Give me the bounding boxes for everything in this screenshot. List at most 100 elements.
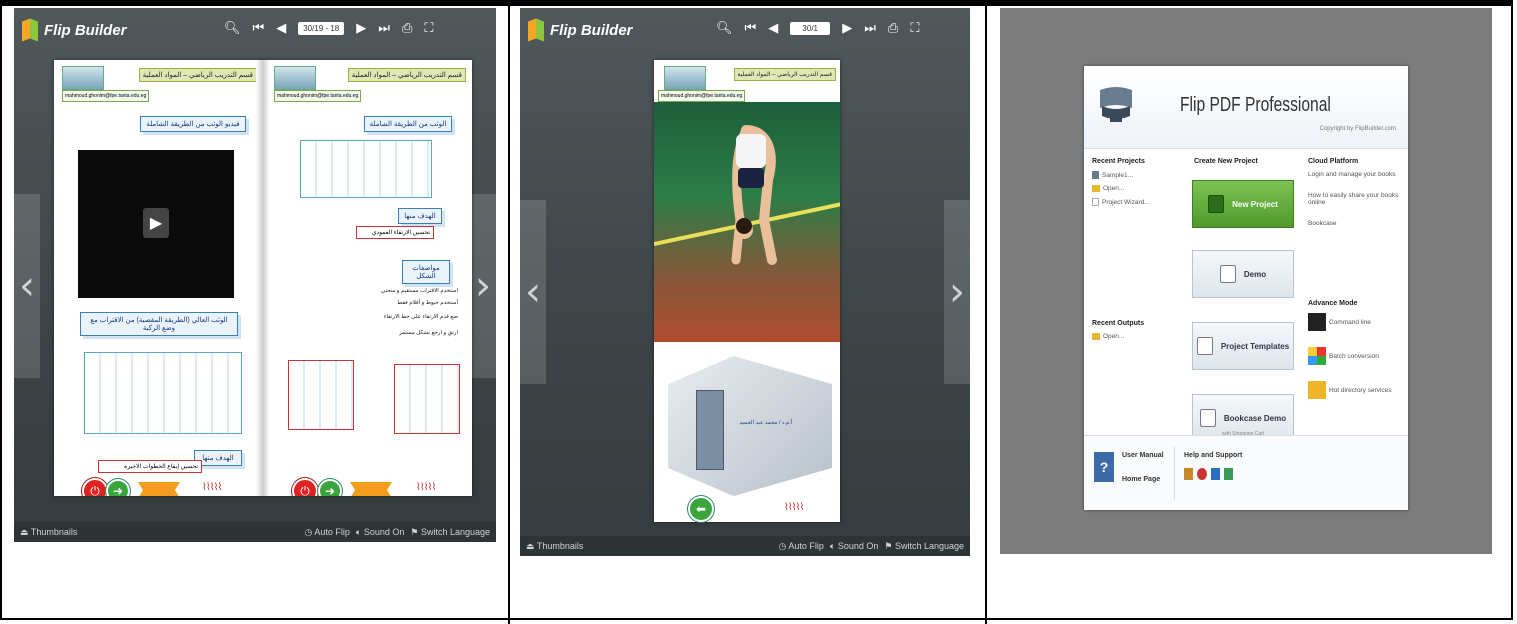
info-icon[interactable] [1211,468,1220,480]
power-icon[interactable]: ⏻ [82,478,108,496]
auto-flip-button[interactable]: ◷ Auto Flip [779,541,824,552]
column-divider [508,0,510,624]
cloud-link[interactable]: Bookcase [1308,220,1404,227]
project-templates-button[interactable]: Project Templates [1192,322,1294,370]
exercise-image [394,364,460,434]
goal-text: تحسين الارتقاء العمودي [356,226,434,239]
new-project-icon [1208,195,1225,213]
language-button[interactable]: ⚑ Switch Language [884,541,964,552]
lifebuoy-icon[interactable] [1197,468,1207,480]
email-label: mahmoud.ghonim@fpe.tanta.edu.eg [658,90,746,102]
thumbnails-button[interactable]: ⏏ Thumbnails [526,541,583,552]
cloud-heading: Cloud Platform [1308,158,1359,165]
thumbnails-label: Thumbnails [536,540,584,551]
cube-caption: أ.م.د / محمد عبد الحميد [739,420,793,426]
project-wizard-item[interactable]: Project Wizard... [1092,198,1182,206]
athlete-photo [654,102,840,342]
prev-page-icon[interactable]: ◀ [276,20,286,36]
column-divider [985,0,987,624]
next-arrow[interactable]: › [944,200,970,384]
sound-button[interactable]: 🔈︎ Sound On [830,541,878,552]
bullet-item: ضع قدم الارتقاء على خط الارتقاء [383,314,458,320]
terminal-icon [1308,313,1326,331]
item-label: Open... [1103,185,1125,192]
hot-folder-icon [1308,381,1326,399]
sound-label: Sound On [837,540,879,551]
item-label: Project Wizard... [1102,198,1150,206]
page-indicator[interactable]: 30/1 [790,21,831,35]
auto-flip-button[interactable]: ◷ Auto Flip [305,527,350,538]
zoom-icon[interactable]: 🔍︎ [224,20,241,36]
open-output-item[interactable]: Open... [1092,333,1182,340]
create-new-heading: Create New Project [1194,158,1258,165]
cloud-link[interactable]: Login and manage your books [1308,171,1404,178]
power-icon[interactable]: ⏻ [292,478,318,496]
brand-name: Flip Builder [550,21,633,39]
dialog-footer: ? User Manual Home Page Help and Support [1084,435,1408,510]
command-line-item[interactable]: Command line [1308,313,1404,331]
features-heading: مواصفات الشكل [402,260,450,284]
ribbon-icon [350,482,392,496]
video-player[interactable]: ▶ [78,150,234,298]
recent-outputs: Recent Outputs Open... [1092,320,1182,346]
technique-sketch [84,352,242,434]
thumbnails-button[interactable]: ⏏ Thumbnails [20,527,77,538]
button-label: Project Templates [1220,341,1290,351]
fullscreen-icon[interactable]: ⛶ [910,20,919,36]
play-icon[interactable]: ▶ [143,208,169,238]
batch-conversion-item[interactable]: Batch conversion [1308,347,1404,365]
hot-directory-item[interactable]: Hot directory services [1308,381,1404,399]
new-project-button[interactable]: New Project [1192,180,1294,228]
print-icon[interactable]: ⎙ [888,20,898,36]
first-page-icon[interactable]: ⏮ [253,20,265,36]
next-page-icon[interactable]: ▶ [356,20,366,36]
help-book-icon: ? [1094,452,1114,482]
bullet-item: استخدم الاقتراب مستقيم و منحني [380,288,458,294]
next-icon[interactable]: ➜ [106,479,130,496]
zoom-icon[interactable]: 🔍︎ [716,20,733,36]
sound-label: Sound On [363,526,405,537]
recent-project-item[interactable]: Sample1... [1092,171,1182,179]
next-arrow[interactable]: › [470,194,496,378]
page-header: قسم التدريب الرياضي – المواد العملية [347,68,466,82]
open-project-item[interactable]: Open... [1092,185,1182,192]
brand-name: Flip Builder [44,21,127,39]
first-page-icon[interactable]: ⏮ [745,20,757,36]
sound-button[interactable]: 🔈︎ Sound On [356,527,404,538]
next-icon[interactable]: ➜ [318,479,342,496]
footer-divider [1174,446,1175,500]
recent-projects: Recent Projects Sample1... Open... Proje… [1092,158,1182,212]
contact-icon[interactable] [1224,468,1233,480]
print-icon[interactable]: ⎙ [402,20,412,36]
item-label: Command line [1329,318,1371,326]
language-button[interactable]: ⚑ Switch Language [410,527,490,538]
next-page-icon[interactable]: ▶ [842,20,852,36]
fullscreen-icon[interactable]: ⛶ [424,20,433,36]
flip-viewer-single: Flip Builder 🔍︎ ⏮ ◀ 30/1 ▶ ⏭ ⎙ ⛶ ‹ › قسم… [520,8,970,556]
brand: Flip Builder [528,20,633,40]
author-portrait [696,390,724,470]
section-title: الوثب من الطريقة الشاملة [364,116,452,132]
header-thumbnail [664,66,706,90]
prev-page-icon[interactable]: ◀ [768,20,778,36]
demo-button[interactable]: Demo [1192,250,1294,298]
copyright: Copyright by FlipBuilder.com [1319,126,1396,132]
last-page-icon[interactable]: ⏭ [378,20,390,36]
last-page-icon[interactable]: ⏭ [864,20,876,36]
folder-icon [1092,333,1100,340]
prev-arrow[interactable]: ‹ [520,200,546,384]
item-label: Hot directory services [1329,386,1392,394]
page-header: قسم التدريب الرياضي – المواد العملية [138,68,257,82]
user-manual-link[interactable]: User Manual [1122,452,1164,459]
prev-arrow[interactable]: ‹ [14,194,40,378]
book-icon[interactable] [1184,468,1193,480]
flip-builder-logo-icon [528,20,544,40]
athlete-figure [731,125,777,265]
cloud-link[interactable]: How to easily share your books online [1308,192,1404,206]
home-page-link[interactable]: Home Page [1122,476,1160,483]
flip-pdf-professional-window: Flip PDF Professional Copyright by FlipB… [1000,8,1492,554]
back-icon[interactable]: ⬅ [688,496,714,522]
item-label: Sample1... [1102,171,1134,179]
figure-caption: الوثب العالي (الطريقة المقصية) من الاقتر… [80,312,238,336]
page-indicator[interactable]: 30/19 - 18 [298,21,345,35]
